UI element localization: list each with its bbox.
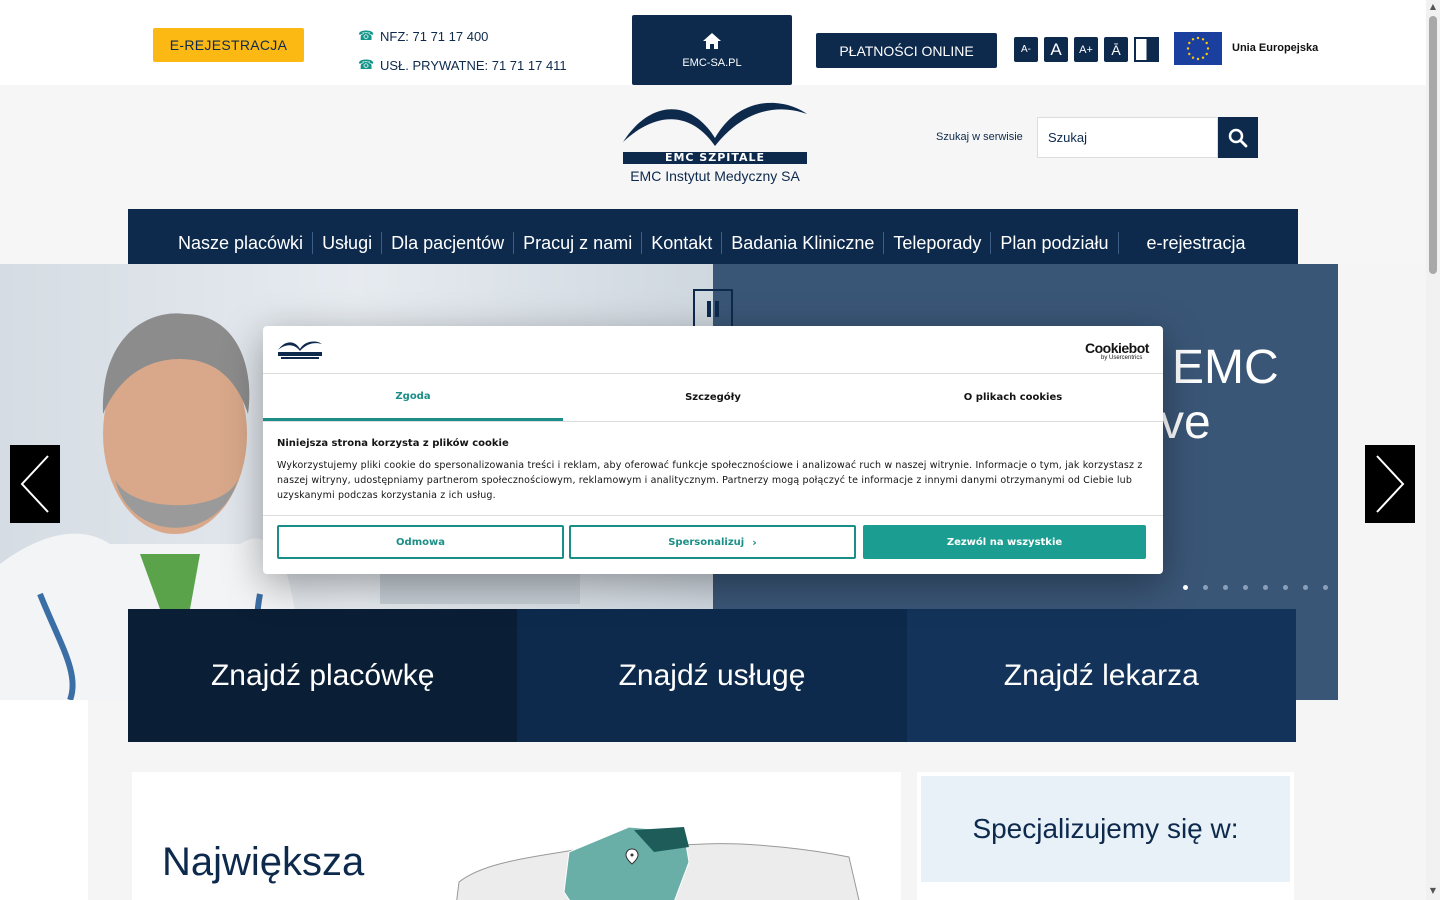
home-link[interactable]: EMC-SA.PL xyxy=(632,15,792,85)
nav-item-contact[interactable]: Kontakt xyxy=(642,231,723,254)
cookie-title: Niniejsza strona korzysta z plików cooki… xyxy=(277,438,509,449)
deny-button[interactable]: Odmowa xyxy=(277,525,564,559)
online-payments-button[interactable]: PŁATNOŚCI ONLINE xyxy=(816,33,997,68)
cookie-divider xyxy=(263,515,1163,516)
poland-map[interactable] xyxy=(454,822,874,900)
logo-wings-icon xyxy=(623,102,807,146)
page-scrollbar[interactable]: ▲ ▼ xyxy=(1426,0,1440,900)
slider-dot[interactable] xyxy=(1243,585,1248,590)
allow-all-button[interactable]: Zezwól na wszystkie xyxy=(863,525,1146,559)
phone-private-label: USŁ. PRYWATNE: 71 71 17 411 xyxy=(380,57,567,73)
slider-prev-button[interactable] xyxy=(10,445,60,523)
home-icon xyxy=(702,32,722,50)
find-doctor-tile[interactable]: Znajdź lekarza xyxy=(906,609,1296,742)
slider-dot[interactable] xyxy=(1283,585,1288,590)
chevron-right-icon: › xyxy=(752,535,757,549)
phone-icon: ☎ xyxy=(358,57,375,72)
customize-button[interactable]: Spersonalizuj › xyxy=(569,525,856,559)
cookiebot-logo[interactable]: Cookiebot xyxy=(1085,340,1149,356)
network-heading: Największa xyxy=(162,840,365,884)
search-button[interactable] xyxy=(1218,117,1258,158)
pause-icon xyxy=(707,301,711,317)
find-service-tile[interactable]: Znajdź usługę xyxy=(517,609,907,742)
search-input[interactable] xyxy=(1037,117,1218,158)
network-card: Największa xyxy=(132,772,901,900)
nav-item-careers[interactable]: Pracuj z nami xyxy=(514,231,643,254)
phone-private[interactable]: ☎ USŁ. PRYWATNE: 71 71 17 411 xyxy=(358,57,567,73)
nav-item-services[interactable]: Usługi xyxy=(313,231,383,254)
nav-item-e-registration[interactable]: e-rejestracja xyxy=(1119,232,1255,254)
specialization-heading: Specjalizujemy się w: xyxy=(921,776,1290,882)
slider-pause-button[interactable] xyxy=(693,289,733,329)
e-registration-button[interactable]: E-REJESTRACJA xyxy=(153,28,304,62)
eu-flag-icon xyxy=(1174,32,1222,65)
chevron-right-icon xyxy=(1376,455,1405,513)
hero-headline-2: ve xyxy=(1160,396,1211,449)
tab-about-cookies[interactable]: O plikach cookies xyxy=(863,374,1163,421)
slider-dot[interactable] xyxy=(1323,585,1328,590)
pause-icon xyxy=(715,301,719,317)
chevron-left-icon xyxy=(20,455,49,513)
font-normal-button[interactable]: A xyxy=(1044,37,1068,62)
cookie-tabs: Zgoda Szczegóły O plikach cookies xyxy=(263,374,1163,422)
scroll-down-icon[interactable]: ▼ xyxy=(1429,887,1437,895)
phone-nfz[interactable]: ☎ NFZ: 71 71 17 400 xyxy=(358,28,488,44)
slider-dots xyxy=(1183,585,1328,590)
font-decrease-button[interactable]: A- xyxy=(1014,37,1038,62)
cookie-consent-dialog: Cookiebot by Usercentrics Zgoda Szczegół… xyxy=(263,326,1163,574)
phone-icon: ☎ xyxy=(358,28,375,43)
find-tiles: Znajdź placówkę Znajdź usługę Znajdź lek… xyxy=(128,609,1296,742)
tab-details[interactable]: Szczegóły xyxy=(563,374,863,421)
font-increase-button[interactable]: A+ xyxy=(1074,37,1098,62)
hero-headline-1: EMC xyxy=(1172,341,1279,394)
eu-label: Unia Europejska xyxy=(1232,42,1319,54)
logo-subtitle: EMC Instytut Medyczny SA xyxy=(630,168,800,184)
slider-dot[interactable] xyxy=(1203,585,1208,590)
cookie-description: Wykorzystujemy pliki cookie do spersonal… xyxy=(277,460,1143,501)
slider-dot[interactable] xyxy=(1303,585,1308,590)
slider-dot[interactable] xyxy=(1223,585,1228,590)
phone-nfz-label: NFZ: 71 71 17 400 xyxy=(380,28,489,44)
slider-next-button[interactable] xyxy=(1365,445,1415,523)
font-style-button[interactable]: Ā xyxy=(1104,37,1128,62)
tab-consent[interactable]: Zgoda xyxy=(263,374,563,421)
nav-item-facilities[interactable]: Nasze placówki xyxy=(169,231,314,254)
nav-item-division-plan[interactable]: Plan podziału xyxy=(991,231,1119,254)
scroll-up-icon[interactable]: ▲ xyxy=(1429,3,1437,11)
top-bar: E-REJESTRACJA ☎ NFZ: 71 71 17 400 ☎ USŁ.… xyxy=(0,0,1426,85)
nav-item-patients[interactable]: Dla pacjentów xyxy=(382,231,515,254)
nav-item-teleconsultation[interactable]: Teleporady xyxy=(884,231,992,254)
customize-label: Spersonalizuj xyxy=(668,536,745,548)
cookie-body: Niniejsza strona korzysta z plików cooki… xyxy=(277,438,1149,503)
search-icon xyxy=(1228,128,1248,147)
scrollbar-thumb[interactable] xyxy=(1429,16,1437,274)
page-margin xyxy=(0,700,88,900)
contrast-toggle-button[interactable] xyxy=(1134,37,1159,62)
site-logo[interactable]: EMC SZPITALE EMC Instytut Medyczny SA xyxy=(620,100,810,188)
slider-dot[interactable] xyxy=(1263,585,1268,590)
logo-band: EMC SZPITALE xyxy=(623,152,807,164)
specialization-card: Specjalizujemy się w: xyxy=(917,772,1294,900)
cookie-header: Cookiebot by Usercentrics xyxy=(263,326,1163,374)
nav-item-clinical-trials[interactable]: Badania Kliniczne xyxy=(722,231,885,254)
slider-dot[interactable] xyxy=(1183,585,1188,590)
cookiebot-sublabel: by Usercentrics xyxy=(1101,355,1143,361)
search-label: Szukaj w serwisie xyxy=(936,131,1023,143)
home-label: EMC-SA.PL xyxy=(682,56,742,69)
emc-logo-small-icon xyxy=(278,341,322,359)
find-facility-tile[interactable]: Znajdź placówkę xyxy=(128,609,518,742)
